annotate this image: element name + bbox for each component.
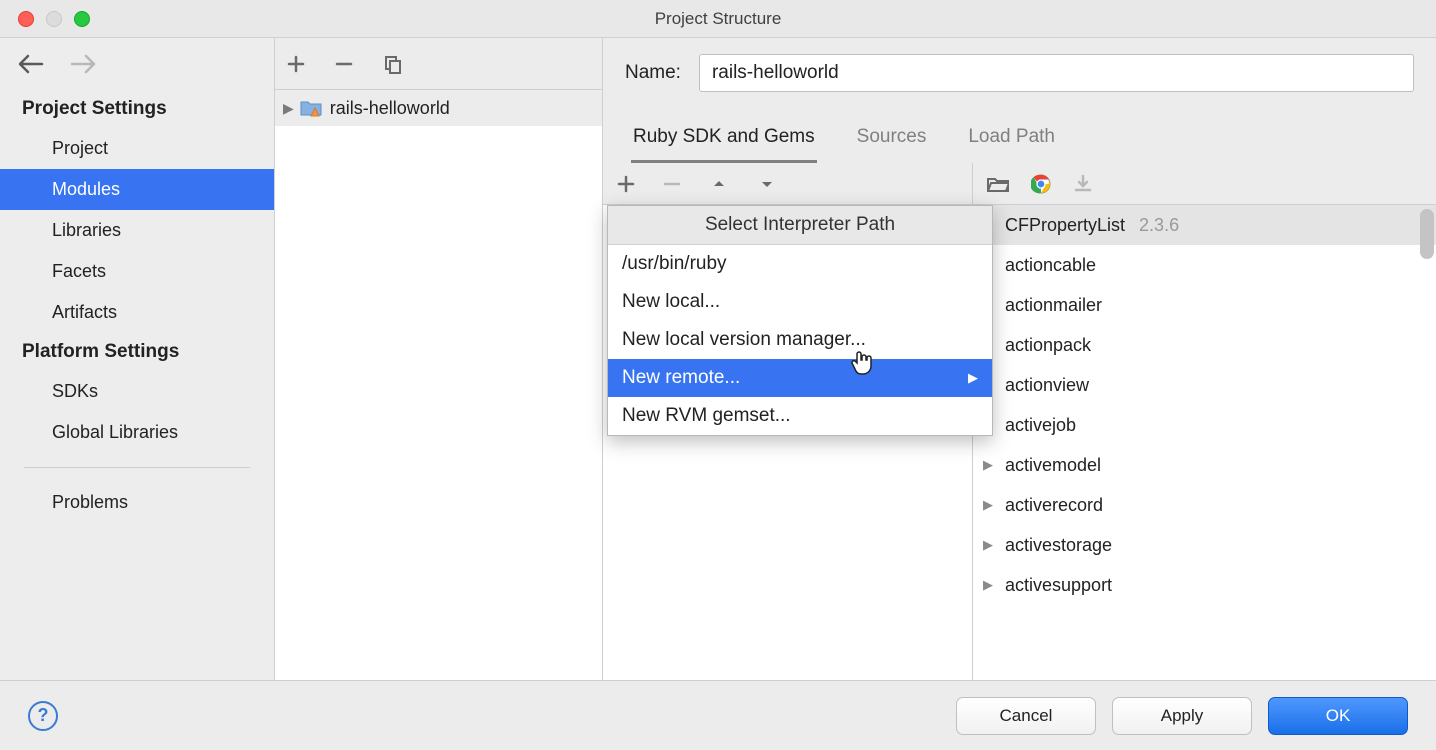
- popup-title: Select Interpreter Path: [608, 206, 992, 245]
- popup-item-new-local-version-manager[interactable]: New local version manager...: [608, 321, 992, 359]
- name-input[interactable]: [699, 54, 1414, 92]
- popup-item-label: New RVM gemset...: [622, 405, 791, 427]
- collapse-all-icon[interactable]: [757, 174, 777, 194]
- add-module-icon[interactable]: [287, 55, 305, 73]
- module-tree: ▶ rails-helloworld: [275, 90, 602, 680]
- help-button[interactable]: ?: [28, 701, 58, 731]
- maximize-window-button[interactable]: [74, 11, 90, 27]
- footer: ? Cancel Apply OK: [0, 680, 1436, 750]
- remove-module-icon[interactable]: [335, 55, 353, 73]
- chrome-icon[interactable]: [1031, 174, 1051, 194]
- gem-name: actionpack: [1005, 335, 1091, 356]
- sidebar-item-project[interactable]: Project: [0, 128, 274, 169]
- gem-name: actionmailer: [1005, 295, 1102, 316]
- sidebar-separator: [24, 467, 250, 468]
- sidebar-item-problems[interactable]: Problems: [0, 482, 274, 523]
- gem-name: activerecord: [1005, 495, 1103, 516]
- gem-row[interactable]: ▶ activestorage: [973, 525, 1436, 565]
- apply-button[interactable]: Apply: [1112, 697, 1252, 735]
- gem-row[interactable]: ▶actionmailer: [973, 285, 1436, 325]
- gem-row[interactable]: ▶activejob: [973, 405, 1436, 445]
- sidebar-heading-project-settings: Project Settings: [0, 90, 274, 128]
- cancel-button[interactable]: Cancel: [956, 697, 1096, 735]
- sidebar-heading-platform-settings: Platform Settings: [0, 333, 274, 371]
- module-label: rails-helloworld: [330, 98, 450, 119]
- gem-name: activemodel: [1005, 455, 1101, 476]
- gem-row[interactable]: ▶actioncable: [973, 245, 1436, 285]
- popup-item-usr-bin-ruby[interactable]: /usr/bin/ruby: [608, 245, 992, 283]
- chevron-right-icon: ▶: [283, 100, 294, 117]
- popup-item-label: New local version manager...: [622, 329, 866, 351]
- gem-row[interactable]: ▶ activesupport: [973, 565, 1436, 605]
- back-icon[interactable]: [18, 54, 44, 74]
- gem-row[interactable]: ▶ activemodel: [973, 445, 1436, 485]
- tab-ruby-sdk-and-gems[interactable]: Ruby SDK and Gems: [631, 118, 817, 163]
- gem-name: CFPropertyList: [1005, 215, 1125, 236]
- sidebar-item-modules[interactable]: Modules: [0, 169, 274, 210]
- remove-interpreter-icon: [663, 175, 681, 193]
- gem-list-panel: CFPropertyList2.3.6▶actioncable▶actionma…: [973, 163, 1436, 680]
- scrollbar-thumb[interactable]: [1420, 209, 1434, 259]
- minimize-window-button: [46, 11, 62, 27]
- detail-panel: Name: Ruby SDK and Gems Sources Load Pat…: [603, 38, 1436, 680]
- gem-name: activestorage: [1005, 535, 1112, 556]
- gem-name: activesupport: [1005, 575, 1112, 596]
- chevron-right-icon: ▶: [983, 577, 995, 593]
- tab-load-path[interactable]: Load Path: [966, 118, 1057, 163]
- tab-sources[interactable]: Sources: [855, 118, 929, 163]
- interpreter-list-panel: Select Interpreter Path /usr/bin/ruby Ne…: [603, 163, 973, 680]
- popup-item-new-rvm-gemset[interactable]: New RVM gemset...: [608, 397, 992, 435]
- sidebar-item-libraries[interactable]: Libraries: [0, 210, 274, 251]
- popup-item-label: New remote...: [622, 367, 740, 389]
- copy-module-icon[interactable]: [383, 54, 403, 74]
- sidebar: Project Settings Project Modules Librari…: [0, 38, 275, 680]
- sidebar-item-artifacts[interactable]: Artifacts: [0, 292, 274, 333]
- ok-button[interactable]: OK: [1268, 697, 1408, 735]
- titlebar: Project Structure: [0, 0, 1436, 38]
- add-interpreter-icon[interactable]: [617, 175, 635, 193]
- chevron-right-icon: ▶: [983, 457, 995, 473]
- popup-item-label: /usr/bin/ruby: [622, 253, 727, 275]
- sidebar-item-facets[interactable]: Facets: [0, 251, 274, 292]
- close-window-button[interactable]: [18, 11, 34, 27]
- module-panel: ▶ rails-helloworld: [275, 38, 603, 680]
- chevron-right-icon: ▶: [983, 537, 995, 553]
- gem-version: 2.3.6: [1139, 215, 1179, 236]
- sidebar-item-sdks[interactable]: SDKs: [0, 371, 274, 412]
- interpreter-popup: Select Interpreter Path /usr/bin/ruby Ne…: [607, 205, 993, 436]
- gem-row[interactable]: ▶ activerecord: [973, 485, 1436, 525]
- gem-row[interactable]: CFPropertyList 2.3.6: [973, 205, 1436, 245]
- popup-item-new-local[interactable]: New local...: [608, 283, 992, 321]
- name-label: Name:: [625, 62, 681, 84]
- folder-icon: [300, 99, 322, 117]
- open-folder-icon[interactable]: [987, 175, 1009, 193]
- expand-all-icon[interactable]: [709, 174, 729, 194]
- gem-name: actionview: [1005, 375, 1089, 396]
- window-title: Project Structure: [0, 9, 1436, 29]
- gem-row[interactable]: ▶actionview: [973, 365, 1436, 405]
- chevron-right-icon: ▶: [968, 370, 978, 386]
- download-icon: [1073, 174, 1093, 194]
- popup-item-label: New local...: [622, 291, 720, 313]
- module-tree-item[interactable]: ▶ rails-helloworld: [275, 90, 602, 126]
- gem-row[interactable]: ▶actionpack: [973, 325, 1436, 365]
- gem-name: actioncable: [1005, 255, 1096, 276]
- gem-name: activejob: [1005, 415, 1076, 436]
- sidebar-item-global-libraries[interactable]: Global Libraries: [0, 412, 274, 453]
- forward-icon: [70, 54, 96, 74]
- chevron-right-icon: ▶: [983, 497, 995, 513]
- popup-item-new-remote[interactable]: New remote... ▶: [608, 359, 992, 397]
